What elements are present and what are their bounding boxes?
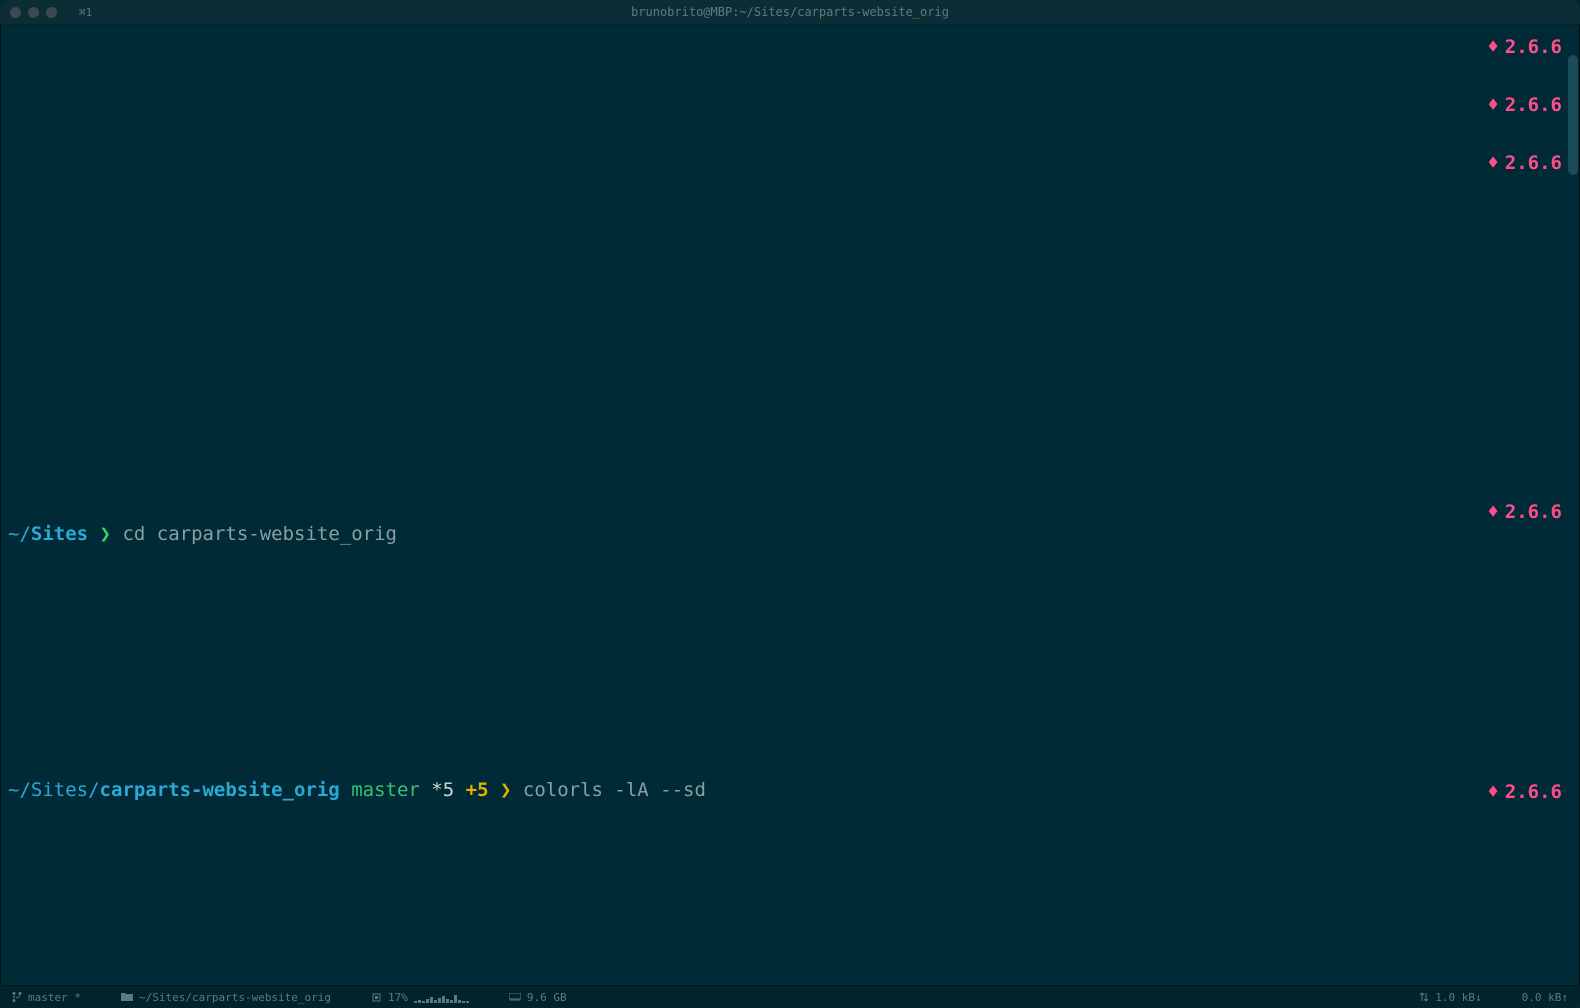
blank-line <box>8 634 1572 663</box>
cpu-sparkline <box>414 991 469 1003</box>
command-text: colorls -lA --sd <box>523 779 706 801</box>
ruby-version-badge: ♦2.6.6 <box>1487 778 1562 807</box>
window-title: brunobrito@MBP:~/Sites/carparts-website_… <box>0 5 1580 19</box>
blank-line <box>8 377 1572 406</box>
memory-icon <box>509 993 521 1001</box>
git-dirty: *5 <box>431 779 454 801</box>
titlebar: ⌘1 brunobrito@MBP:~/Sites/carparts-websi… <box>0 0 1580 25</box>
blank-line <box>8 890 1572 919</box>
prompt-arrow-icon: ❯ <box>100 523 111 545</box>
terminal-body[interactable]: ♦2.6.6 ♦2.6.6 ♦2.6.6 ♦2.6.6 ♦2.6.6 ~/Sit… <box>0 25 1580 985</box>
folder-icon <box>121 992 133 1002</box>
terminal-window: ⌘1 brunobrito@MBP:~/Sites/carparts-websi… <box>0 0 1580 1008</box>
command-text: cd carparts-website_orig <box>122 523 397 545</box>
git-staged: +5 <box>466 779 489 801</box>
zoom-icon[interactable] <box>46 7 57 18</box>
gem-icon: ♦ <box>1487 152 1498 174</box>
gem-icon: ♦ <box>1487 781 1498 803</box>
cpu-icon <box>371 992 382 1003</box>
path-dir: carparts-website_orig <box>100 779 340 801</box>
scrollbar[interactable] <box>1568 55 1578 175</box>
prompt-line: ~/Sites/carparts-website_orig master *5 … <box>8 776 1572 805</box>
ruby-version-badge: ♦2.6.6 <box>1487 33 1562 62</box>
network-icon <box>1419 992 1429 1002</box>
path-prefix: ~/ <box>8 523 31 545</box>
status-bar: master * ~/Sites/carparts-website_orig 1… <box>0 985 1580 1008</box>
gem-icon: ♦ <box>1487 94 1498 116</box>
traffic-lights[interactable] <box>10 7 57 18</box>
status-net: 1.0 kB↓ <box>1419 991 1481 1004</box>
path-prefix: ~/Sites/ <box>8 779 100 801</box>
prompt-line: ~/Sites ❯ cd carparts-website_orig <box>8 520 1572 549</box>
ruby-version-badge: ♦2.6.6 <box>1487 149 1562 178</box>
gem-icon: ♦ <box>1487 36 1498 58</box>
status-mem: 9.6 GB <box>509 991 567 1004</box>
path-dir: Sites <box>31 523 88 545</box>
status-branch: master * <box>12 991 81 1004</box>
branch-icon <box>12 991 22 1003</box>
status-net-up: 0.0 kB↑ <box>1522 991 1568 1004</box>
ruby-version-badge: ♦2.6.6 <box>1487 498 1562 527</box>
ruby-version-badge: ♦2.6.6 <box>1487 91 1562 120</box>
gem-icon: ♦ <box>1487 501 1498 523</box>
tab-indicator: ⌘1 <box>79 6 92 19</box>
minimize-icon[interactable] <box>28 7 39 18</box>
status-cpu: 17% <box>371 991 469 1004</box>
prompt-arrow-icon: ❯ <box>500 779 511 801</box>
git-branch: master <box>351 779 420 801</box>
close-icon[interactable] <box>10 7 21 18</box>
status-cwd: ~/Sites/carparts-website_orig <box>121 991 331 1004</box>
